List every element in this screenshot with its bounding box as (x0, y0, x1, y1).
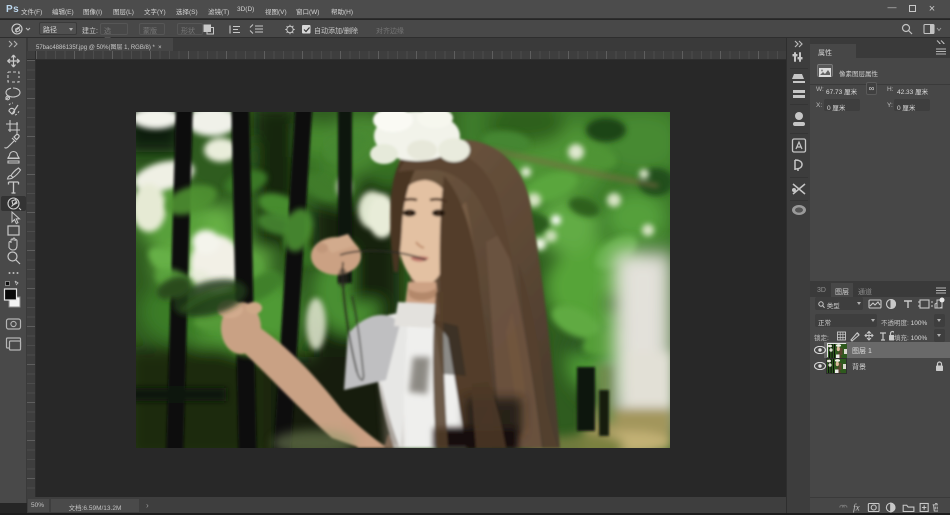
svg-text:fx: fx (853, 503, 859, 513)
